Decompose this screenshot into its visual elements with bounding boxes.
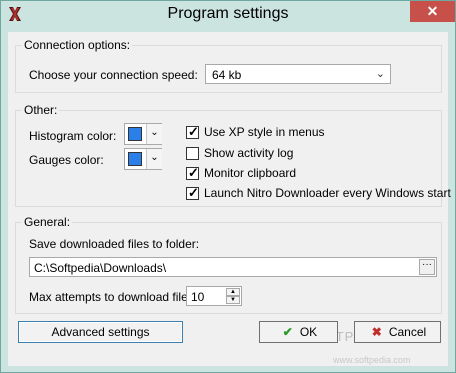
ok-label: OK [299,325,318,339]
connection-speed-value: 64 kb [212,68,242,82]
other-group: Other: Histogram color: ⌄ Gauges color: … [15,103,451,207]
close-icon: ✕ [426,3,439,19]
activity-log-checkbox[interactable] [186,147,199,160]
xp-style-label: Use XP style in menus [204,125,325,139]
chevron-down-icon: ⌄ [146,149,162,169]
save-folder-input[interactable]: C:\Softpedia\Downloads\ ··· [29,257,437,277]
close-button[interactable]: ✕ [410,1,455,22]
checkmark-icon: ✓ [188,165,199,180]
monitor-clipboard-label: Monitor clipboard [204,166,297,180]
save-folder-value: C:\Softpedia\Downloads\ [34,261,167,275]
advanced-settings-label: Advanced settings [51,325,150,339]
launch-at-start-label: Launch Nitro Downloader every Windows st… [204,186,451,200]
chevron-down-icon: ⌄ [146,124,162,144]
browse-folder-button[interactable]: ··· [419,259,435,275]
histogram-color-swatch [128,127,142,141]
histogram-color-label: Histogram color: [29,129,117,143]
other-label: Other: [22,103,60,117]
spin-up-icon[interactable]: ▲ [226,288,240,296]
advanced-settings-button[interactable]: Advanced settings [18,321,183,343]
connection-options-label: Connection options: [22,38,133,52]
cancel-button[interactable]: ✖ Cancel [354,321,441,343]
activity-log-label: Show activity log [204,146,294,160]
max-attempts-label: Max attempts to download file: [29,290,192,304]
stepper-arrows[interactable]: ▲ ▼ [226,288,240,305]
checkmark-icon: ✓ [188,124,199,139]
dialog-body: Connection options: Choose your connecti… [8,32,451,366]
softpedia-watermark-url: www.softpedia.com [333,355,411,365]
ellipsis-icon: ··· [422,259,432,270]
max-attempts-stepper[interactable]: 10 ▲ ▼ [186,286,242,306]
spin-down-icon[interactable]: ▼ [226,296,240,304]
general-label: General: [22,215,73,229]
connection-options-group: Connection options: Choose your connecti… [15,38,442,93]
monitor-clipboard-checkbox[interactable]: ✓ [186,165,199,180]
window-title: Program settings [167,5,289,22]
gauges-color-swatch [128,152,142,166]
launch-at-start-checkbox[interactable]: ✓ [186,185,199,200]
checkmark-icon: ✓ [188,185,199,200]
xp-style-checkbox[interactable]: ✓ [186,124,199,139]
cancel-x-icon: ✖ [371,325,382,339]
histogram-color-picker[interactable]: ⌄ [124,123,162,145]
ok-button[interactable]: ✔ OK [259,321,338,343]
max-attempts-value: 10 [191,290,205,304]
gauges-color-picker[interactable]: ⌄ [124,148,162,170]
checkmark-icon: ✔ [282,325,293,339]
title-bar: Program settings ✕ [1,1,455,32]
general-group: General: Save downloaded files to folder… [15,215,442,314]
gauges-color-label: Gauges color: [29,153,104,167]
connection-speed-select[interactable]: 64 kb ⌄ [205,64,391,84]
cancel-label: Cancel [388,325,427,339]
save-folder-label: Save downloaded files to folder: [29,237,200,251]
settings-window: Program settings ✕ Connection options: C… [0,0,456,373]
chevron-down-icon: ⌄ [375,68,385,80]
connection-speed-label: Choose your connection speed: [29,68,198,82]
